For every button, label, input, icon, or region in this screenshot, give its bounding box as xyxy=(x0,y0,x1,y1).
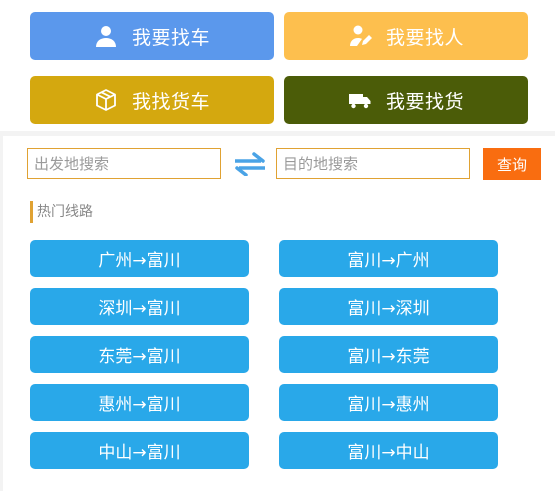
find-cargo-label: 我要找货 xyxy=(385,90,464,113)
route-guangzhou-fuchuan[interactable]: 广州→富川 xyxy=(30,240,249,277)
swap-button[interactable] xyxy=(233,152,267,176)
route-huizhou-fuchuan[interactable]: 惠州→富川 xyxy=(30,384,249,421)
find-car-label: 我要找车 xyxy=(131,26,210,49)
person-icon xyxy=(94,24,118,48)
origin-search-input[interactable] xyxy=(27,148,221,179)
query-button[interactable]: 查询 xyxy=(483,148,541,180)
nav-panel: 我要找车 我要找人 我找货车 我要找货 xyxy=(0,0,555,131)
truck-icon xyxy=(348,88,372,112)
find-car-button[interactable]: 我要找车 xyxy=(30,12,274,60)
find-truck-label: 我找货车 xyxy=(131,90,210,113)
find-person-label: 我要找人 xyxy=(385,26,464,49)
route-dongguan-fuchuan[interactable]: 东莞→富川 xyxy=(30,336,249,373)
route-fuchuan-guangzhou[interactable]: 富川→广州 xyxy=(279,240,498,277)
hot-routes-title: 热门线路 xyxy=(30,201,93,223)
route-fuchuan-dongguan[interactable]: 富川→东莞 xyxy=(279,336,498,373)
destination-search-input[interactable] xyxy=(276,148,470,179)
person-edit-icon xyxy=(348,24,372,48)
route-fuchuan-huizhou[interactable]: 富川→惠州 xyxy=(279,384,498,421)
swap-arrows-icon xyxy=(235,152,265,176)
search-panel: 查询 热门线路 广州→富川 富川→广州 深圳→富川 富川→深圳 东莞→富川 富川… xyxy=(3,136,555,491)
route-shenzhen-fuchuan[interactable]: 深圳→富川 xyxy=(30,288,249,325)
box-icon xyxy=(94,88,118,112)
route-fuchuan-shenzhen[interactable]: 富川→深圳 xyxy=(279,288,498,325)
route-fuchuan-zhongshan[interactable]: 富川→中山 xyxy=(279,432,498,469)
find-cargo-button[interactable]: 我要找货 xyxy=(284,76,528,124)
find-person-button[interactable]: 我要找人 xyxy=(284,12,528,60)
find-truck-button[interactable]: 我找货车 xyxy=(30,76,274,124)
route-zhongshan-fuchuan[interactable]: 中山→富川 xyxy=(30,432,249,469)
